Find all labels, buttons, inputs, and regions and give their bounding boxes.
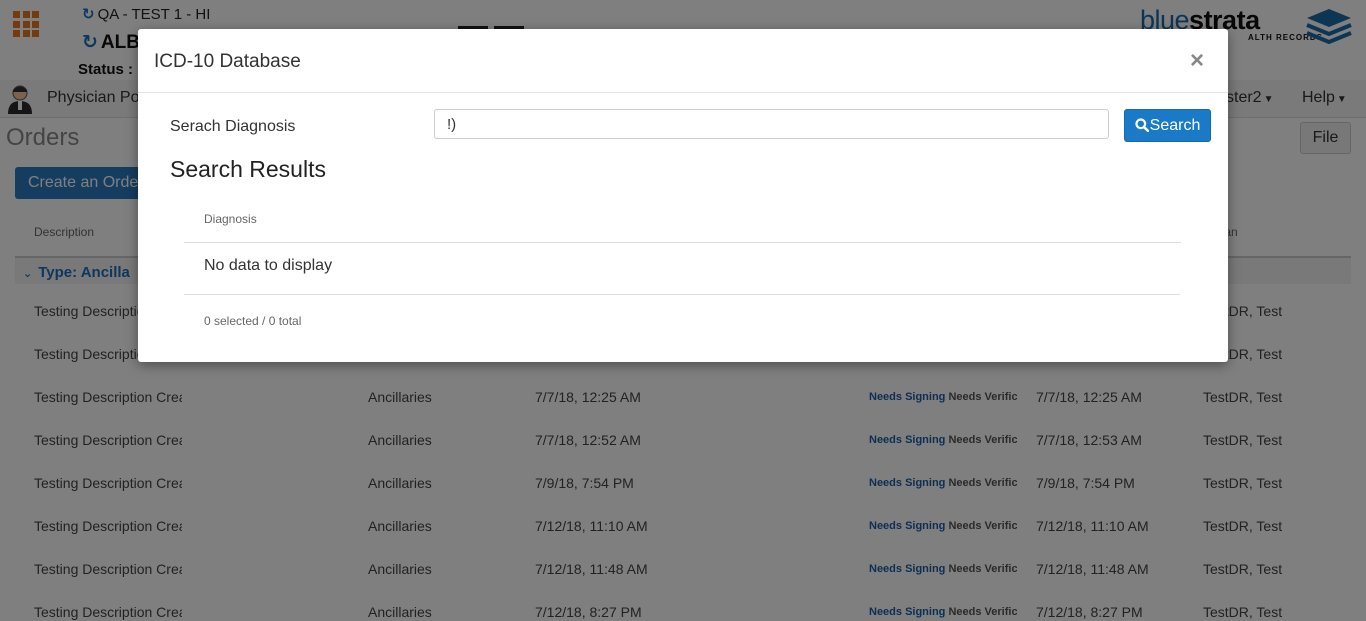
- modal-title: ICD-10 Database: [154, 51, 301, 72]
- divider: [184, 294, 1180, 295]
- search-diagnosis-input[interactable]: [434, 109, 1109, 139]
- icd10-modal: ICD-10 Database × Serach Diagnosis Searc…: [138, 29, 1228, 362]
- close-icon[interactable]: ×: [1190, 47, 1204, 75]
- search-diagnosis-label: Serach Diagnosis: [170, 118, 296, 135]
- selection-summary: 0 selected / 0 total: [204, 314, 302, 328]
- divider: [184, 242, 1181, 243]
- empty-message: No data to display: [204, 257, 333, 274]
- column-header-diagnosis[interactable]: Diagnosis: [204, 212, 257, 226]
- search-button[interactable]: Search: [1124, 109, 1211, 142]
- search-results-title: Search Results: [170, 156, 326, 182]
- search-icon: [1135, 117, 1149, 132]
- modal-header: ICD-10 Database ×: [138, 29, 1228, 93]
